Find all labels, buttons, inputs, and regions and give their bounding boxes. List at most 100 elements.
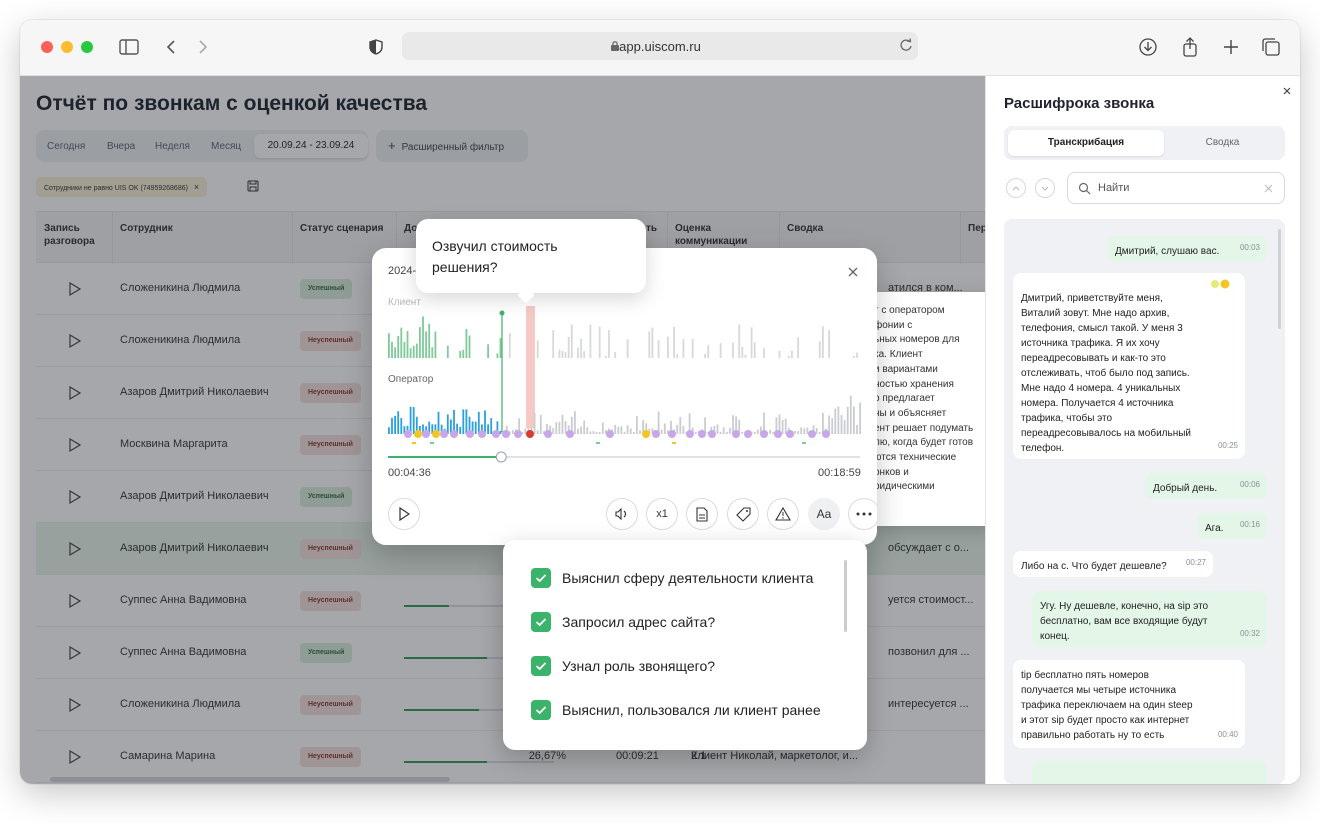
waveform-bar [853,406,855,434]
client-message[interactable]: Либо на с. Что будет дешевле? 00:27 [1013,551,1213,577]
forward-icon[interactable] [192,36,214,58]
address-bar[interactable]: app.uiscom.ru [402,32,918,60]
waveform-bar [856,352,858,358]
operator-message[interactable]: Дмитрий, слушаю вас. 00:03 [1107,236,1267,262]
audio-channel-button[interactable] [606,498,638,530]
sidebar-icon[interactable] [118,36,140,58]
minimize-window-button[interactable] [61,41,73,53]
tabs-overview-icon[interactable] [1260,36,1282,58]
waveform-bar [400,418,403,434]
message-text: Добрый день. [1153,483,1218,494]
checklist-item[interactable]: Выяснил, пользовался ли клиент ранее [531,700,841,720]
waveform-bar [859,402,861,434]
waveform-bar [837,406,840,434]
waveform-bar [818,431,821,434]
tab-transcription[interactable]: Транскрибация [1008,130,1164,156]
waveform-bar [725,431,728,434]
checkbox[interactable] [531,700,551,720]
event-marker [440,430,448,438]
waveform-bar [732,342,734,358]
client-message[interactable]: Дмитрий, приветствуйте меня, Виталий зов… [1013,273,1245,459]
waveform-bar [465,409,468,434]
zoom-window-button[interactable] [81,41,93,53]
waveform-bar [663,423,666,434]
waveform-bar [555,422,558,434]
waveform-bar [769,429,772,434]
checklist-item[interactable]: Выяснил сферу деятельности клиента [531,568,841,588]
waveform-bar [580,426,582,434]
event-marker [450,430,458,438]
waveform-bar [595,431,598,434]
checklist-item[interactable]: Узнал роль звонящего? [531,656,841,676]
horizontal-scrollbar[interactable] [50,777,450,782]
checkbox[interactable] [531,612,551,632]
checklist-item[interactable]: Запросил адрес сайта? [531,612,841,632]
waveform-bar [853,356,855,358]
event-marker [774,430,782,438]
event-marker [606,430,614,438]
waveform-bar [577,347,579,358]
next-match-button[interactable] [1035,178,1055,198]
checklist-scrollbar[interactable] [844,560,847,632]
close-panel-icon[interactable] [1282,86,1292,96]
document-button[interactable] [686,498,718,530]
back-icon[interactable] [160,36,182,58]
check-icon [535,662,547,671]
event-marker [492,430,500,438]
waveform-bar [406,330,409,358]
event-marker [822,430,830,438]
checklist-item-label: Узнал роль звонящего? [562,658,716,674]
privacy-shield-icon[interactable] [365,36,387,58]
transcript-scrollbar[interactable] [1278,229,1281,329]
reload-icon[interactable] [899,38,913,57]
event-tick [412,442,416,444]
checkbox[interactable] [531,656,551,676]
more-button[interactable] [848,498,877,530]
client-message[interactable]: tip бесплатно пять номеров получается мы… [1013,660,1245,748]
check-icon [535,618,547,627]
waveform-bar [632,431,635,434]
new-tab-icon[interactable] [1220,36,1242,58]
share-icon[interactable] [1179,36,1201,58]
waveform-bar [834,408,837,434]
waveform-bar [601,422,604,434]
message-text: tip бесплатно пять номеров получается мы… [1021,670,1193,741]
waveform-bar [468,335,471,358]
waveform-bar [843,419,846,434]
operator-message[interactable]: Добрый день. 00:06 [1145,473,1267,499]
transcript-title: Расшифрока звонка [1004,95,1155,112]
tag-button[interactable] [727,498,759,530]
waveform-bar [617,426,620,434]
play-button[interactable] [388,498,420,530]
operator-message[interactable]: Угу. Ну дешевле, конечно, на sip это бес… [1032,591,1267,647]
checkbox[interactable] [531,568,551,588]
waveform-bar [552,428,555,434]
tab-summary[interactable]: Сводка [1164,130,1281,156]
tag-icon [735,506,751,522]
warning-button[interactable] [767,498,799,530]
search-input[interactable] [1098,180,1258,196]
prev-match-button[interactable] [1006,178,1026,198]
waveform-bar [397,411,400,434]
waveform-bar [626,339,629,358]
criterion-tooltip: Озвучил стоимость решения? [416,219,646,304]
waveform-bar [409,348,412,358]
waveform-bar [574,411,576,434]
waveform-bar [459,350,462,358]
waveform-bar [462,349,465,358]
operator-message[interactable] [1032,761,1267,784]
clear-search-icon[interactable] [1264,184,1273,193]
speed-button[interactable]: x1 [646,498,678,530]
font-size-button[interactable]: Aa [808,498,840,530]
event-marker [760,430,768,438]
waveform-bar [487,344,489,358]
waveform-bar [490,418,493,434]
download-icon[interactable] [1137,36,1159,58]
waveform-bar [431,347,434,358]
close-window-button[interactable] [41,41,53,53]
operator-message[interactable]: Ага. 00:16 [1197,513,1267,539]
waveform-bar [415,343,418,358]
waveform-bar [707,345,710,358]
event-tick [802,442,806,444]
checklist-item-label: Запросил адрес сайта? [562,614,716,630]
